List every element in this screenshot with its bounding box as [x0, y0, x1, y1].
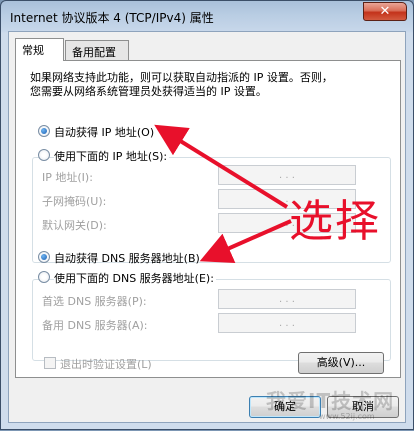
arrow-to-auto-dns	[199, 219, 292, 263]
dialog-window: Internet 协议版本 4 (TCP/IPv4) 属性 ✕ 常规 备用配置 …	[0, 0, 414, 430]
watermark-logo: 我爱IT技术网	[266, 389, 395, 413]
arrow-to-auto-ip	[154, 124, 289, 209]
tab-general[interactable]: 常规	[15, 38, 64, 61]
tab-general-label: 常规	[22, 44, 44, 57]
watermark-url: www.52ij.com	[319, 412, 375, 421]
annotation-text: 选择	[289, 196, 381, 247]
